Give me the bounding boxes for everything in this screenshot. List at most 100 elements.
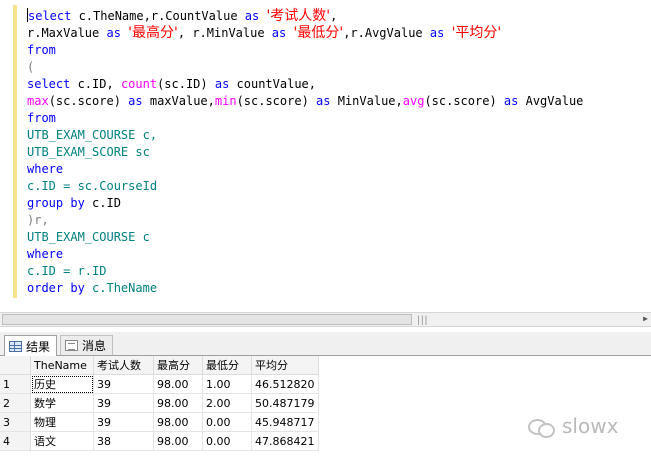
code-token: c.ID = sc.CourseId (27, 179, 158, 193)
code-token: r.MaxValue (27, 26, 107, 40)
cell-min[interactable]: 2.00 (202, 393, 252, 413)
code-line[interactable]: group by c.ID (27, 195, 583, 212)
cell-count[interactable]: 39 (93, 393, 154, 413)
cell-thename[interactable]: 物理 (30, 412, 94, 432)
cell-min[interactable]: 0.00 (202, 412, 252, 432)
cell-avg[interactable]: 46.512820 (251, 374, 319, 394)
cell-max[interactable]: 98.00 (153, 374, 203, 394)
code-token: AvgValue (518, 94, 584, 108)
code-token: c.TheName (84, 281, 158, 295)
row-number[interactable]: 1 (0, 374, 31, 394)
code-token: r.CountValue (150, 9, 245, 23)
code-line[interactable]: select c.ID, count(sc.ID) as countValue, (27, 76, 583, 93)
code-line[interactable]: UTB_EXAM_SCORE sc (27, 144, 583, 161)
results-tab-bar: 结果 消息 (0, 332, 651, 356)
cell-avg[interactable]: 45.948717 (251, 412, 319, 432)
scrollbar-thumb[interactable] (2, 314, 412, 325)
grid-header-row: TheName 考试人数 最高分 最低分 平均分 (0, 356, 319, 375)
scrollbar-grip-icon: │││ (416, 316, 428, 325)
editor-horizontal-scrollbar[interactable]: │││ ▶ (0, 312, 651, 327)
table-row[interactable]: 1 历史 39 98.00 1.00 46.512820 (0, 374, 319, 394)
code-token: as (429, 26, 445, 40)
cell-thename[interactable]: 数学 (30, 393, 94, 413)
column-header[interactable]: TheName (30, 356, 94, 375)
column-header[interactable]: 平均分 (251, 356, 319, 375)
cell-min[interactable]: 0.00 (202, 431, 252, 451)
code-token: , r.MinValue (177, 26, 272, 40)
code-token: from (27, 43, 56, 57)
code-token: , (143, 9, 151, 23)
code-line[interactable]: from (27, 42, 583, 59)
code-token: from (27, 111, 56, 125)
cell-count[interactable]: 38 (93, 431, 154, 451)
code-token: as (106, 26, 121, 40)
cell-max[interactable]: 98.00 (153, 393, 203, 413)
table-row[interactable]: 2 数学 39 98.00 2.00 50.487179 (0, 393, 319, 413)
code-line[interactable]: from (27, 110, 583, 127)
cell-thename[interactable]: 语文 (30, 431, 94, 451)
code-line[interactable]: r.MaxValue as '最高分', r.MinValue as '最低分'… (27, 25, 583, 42)
cell-min[interactable]: 1.00 (202, 374, 252, 394)
cell-count[interactable]: 39 (93, 412, 154, 432)
column-header[interactable]: 最高分 (153, 356, 203, 375)
code-line[interactable]: where (27, 161, 583, 178)
code-line[interactable]: ( (27, 59, 583, 76)
code-token: ,r.AvgValue (343, 26, 430, 40)
sql-code[interactable]: select c.TheName,r.CountValue as '考试人数',… (27, 8, 583, 297)
cell-avg[interactable]: 50.487179 (251, 393, 319, 413)
code-token: c.ID = r.ID (27, 264, 107, 278)
code-token: (sc.score) (236, 94, 317, 108)
cell-max[interactable]: 98.00 (153, 412, 203, 432)
code-token: max (27, 94, 49, 108)
row-number[interactable]: 2 (0, 393, 31, 413)
tab-results[interactable]: 结果 (4, 335, 58, 356)
code-token: as (316, 94, 331, 108)
code-line[interactable]: where (27, 246, 583, 263)
results-grid[interactable]: TheName 考试人数 最高分 最低分 平均分 1 历史 39 98.00 1… (0, 356, 651, 464)
code-token: select (28, 9, 72, 23)
watermark: slowx (528, 414, 618, 438)
code-token: select (27, 77, 71, 91)
column-header[interactable]: 考试人数 (93, 356, 154, 375)
cell-avg[interactable]: 47.868421 (251, 431, 319, 451)
code-line[interactable]: order by c.TheName (27, 280, 583, 297)
code-token: (sc.score) (48, 94, 129, 108)
code-token: '最高分' (128, 25, 178, 41)
row-number[interactable]: 4 (0, 431, 31, 451)
code-token: where (27, 247, 64, 261)
code-token: order by (27, 281, 85, 295)
code-token: maxValue, (142, 94, 215, 108)
code-token: UTB_EXAM_COURSE c, (27, 128, 158, 142)
code-line[interactable]: select c.TheName,r.CountValue as '考试人数', (27, 8, 583, 25)
scroll-right-arrow-icon[interactable]: ▶ (643, 314, 648, 323)
cell-count[interactable]: 39 (93, 374, 154, 394)
code-line[interactable]: c.ID = r.ID (27, 263, 583, 280)
code-token: ( (27, 60, 35, 74)
cell-thename[interactable]: 历史 (30, 374, 94, 394)
table-row[interactable]: 4 语文 38 98.00 0.00 47.868421 (0, 431, 319, 451)
table-row[interactable]: 3 物理 39 98.00 0.00 45.948717 (0, 412, 319, 432)
row-number[interactable]: 3 (0, 412, 31, 432)
code-line[interactable]: UTB_EXAM_COURSE c, (27, 127, 583, 144)
code-token: c.ID (84, 196, 121, 210)
code-token: as (271, 26, 287, 40)
code-token: )r, (27, 213, 49, 227)
message-icon (65, 340, 78, 351)
code-token: MinValue, (330, 94, 403, 108)
code-line[interactable]: c.ID = sc.CourseId (27, 178, 583, 195)
code-line[interactable]: max(sc.score) as maxValue,min(sc.score) … (27, 93, 583, 110)
cell-max[interactable]: 98.00 (153, 431, 203, 451)
code-token: (sc.ID) (157, 77, 215, 91)
column-header[interactable]: 最低分 (202, 356, 252, 375)
tab-messages[interactable]: 消息 (60, 335, 114, 355)
code-token: '最低分' (293, 25, 344, 41)
code-token: avg (402, 94, 425, 108)
code-token: , (330, 9, 338, 23)
code-token: as (503, 94, 519, 108)
grid-corner[interactable] (0, 356, 31, 375)
code-token: c.ID, (70, 77, 121, 91)
code-line[interactable]: UTB_EXAM_COURSE c (27, 229, 583, 246)
code-line[interactable]: )r, (27, 212, 583, 229)
query-editor[interactable]: select c.TheName,r.CountValue as '考试人数',… (0, 0, 651, 312)
